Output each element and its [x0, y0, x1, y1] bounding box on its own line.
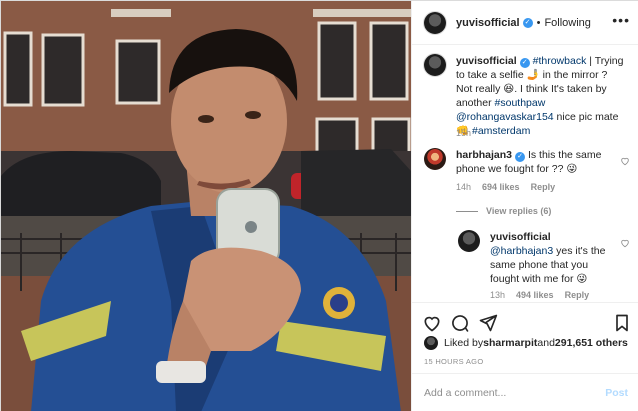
view-replies-button[interactable]: View replies (6) — [456, 206, 551, 216]
share-send-icon[interactable] — [478, 313, 498, 333]
add-comment-bar: Post — [412, 373, 638, 411]
reply-reply-button[interactable]: Reply — [565, 290, 590, 300]
post-header: yuvisofficial ✓ • Following ••• — [412, 1, 638, 45]
instagram-post: yuvisofficial ✓ • Following ••• yuvisoff… — [0, 0, 638, 411]
post-timestamp[interactable]: 15 HOURS AGO — [424, 357, 483, 366]
bookmark-icon[interactable] — [612, 313, 632, 333]
post-details-panel: yuvisofficial ✓ • Following ••• yuvisoff… — [411, 1, 638, 411]
caption-time[interactable]: 15h — [456, 128, 471, 138]
caption-meta: 15h — [456, 128, 482, 138]
liked-by-and: and — [537, 337, 555, 349]
reply-avatar[interactable] — [458, 230, 480, 252]
post-comment-button[interactable]: Post — [605, 387, 628, 399]
mention-link[interactable]: @harbhajan3 — [490, 245, 553, 257]
comment-username[interactable]: harbhajan3 — [456, 149, 512, 161]
reply-meta: 13h 494 likes Reply — [490, 290, 600, 300]
follow-status-button[interactable]: Following — [544, 17, 590, 29]
verified-badge-icon: ✓ — [522, 17, 533, 28]
caption-text: yuvisofficial ✓ #throwback | Trying to ta… — [456, 54, 624, 138]
comment-meta: 14h 694 likes Reply — [456, 182, 566, 192]
comments-section[interactable]: yuvisofficial ✓ #throwback | Trying to ta… — [412, 46, 638, 302]
like-heart-icon[interactable] — [422, 313, 442, 333]
likes-count[interactable]: 291,651 others — [555, 337, 628, 349]
caption-avatar[interactable] — [424, 54, 446, 76]
liker-avatar[interactable] — [424, 336, 438, 350]
comment-bubble-icon[interactable] — [450, 313, 470, 333]
comment-likes[interactable]: 694 likes — [482, 182, 520, 192]
author-avatar[interactable] — [424, 11, 446, 34]
author-username[interactable]: yuvisofficial — [456, 17, 520, 29]
verified-badge-icon: ✓ — [515, 152, 526, 162]
liker-username[interactable]: sharmarpit — [483, 337, 537, 349]
commenter-avatar[interactable] — [424, 148, 446, 170]
post-photo[interactable] — [1, 1, 411, 411]
comment-like-heart-icon[interactable] — [620, 156, 630, 166]
add-comment-input[interactable] — [424, 387, 606, 399]
more-horizontal-icon[interactable]: ••• — [612, 13, 630, 27]
hashtag-link[interactable]: #southpaw — [495, 97, 546, 109]
comment-text: harbhajan3 ✓ Is this the same phone we fo… — [456, 148, 624, 176]
mention-link[interactable]: @rohangavaskar154 — [456, 111, 554, 123]
reply-like-heart-icon[interactable] — [620, 238, 630, 248]
liked-by-line: Liked by sharmarpit and 291,651 others — [424, 336, 636, 350]
liked-by-prefix: Liked by — [444, 337, 484, 349]
comment-reply-button[interactable]: Reply — [531, 182, 556, 192]
reply-likes[interactable]: 494 likes — [516, 290, 554, 300]
view-replies-label: View replies (6) — [486, 206, 552, 216]
reply-text: yuvisofficial @harbhajan3 yes it's the sa… — [490, 230, 620, 286]
photo-illustration — [1, 1, 411, 411]
header-separator: • — [536, 16, 541, 29]
view-replies-line — [456, 210, 478, 212]
reply-time[interactable]: 13h — [490, 290, 505, 300]
comment-time[interactable]: 14h — [456, 182, 471, 192]
verified-badge-icon: ✓ — [519, 58, 530, 68]
caption-username[interactable]: yuvisofficial — [456, 55, 517, 67]
hashtag-link[interactable]: #throwback — [533, 55, 587, 67]
reply-username[interactable]: yuvisofficial — [490, 231, 551, 243]
